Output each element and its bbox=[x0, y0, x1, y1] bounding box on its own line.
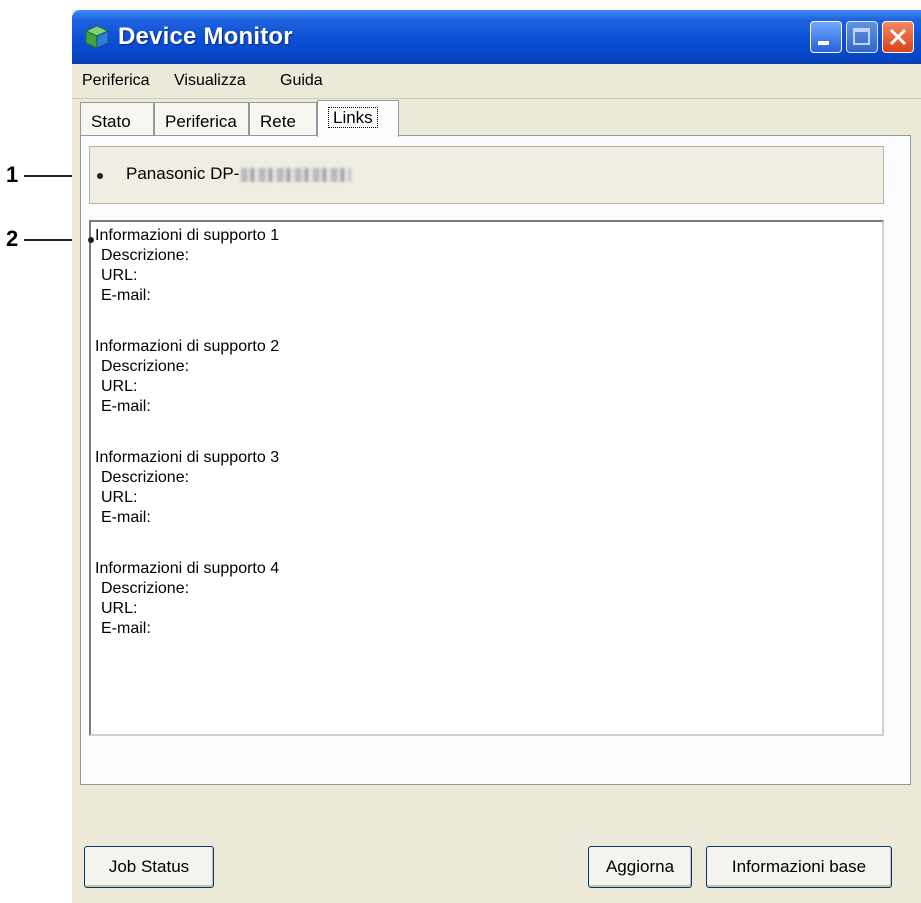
support-title: Informazioni di supporto 4 bbox=[95, 560, 280, 577]
support-description: Descrizione: bbox=[101, 580, 190, 597]
menu-bar: Periferica Visualizza Guida bbox=[72, 64, 921, 99]
callout-2-dot bbox=[88, 237, 94, 243]
support-url: URL: bbox=[101, 378, 138, 395]
menu-guida[interactable]: Guida bbox=[280, 72, 323, 90]
device-name: Panasonic DP- bbox=[126, 164, 352, 184]
refresh-button[interactable]: Aggiorna bbox=[588, 846, 692, 888]
support-email: E-mail: bbox=[101, 620, 151, 637]
tab-rete-label: Rete bbox=[260, 112, 296, 131]
close-button[interactable] bbox=[882, 21, 914, 53]
minimize-icon bbox=[818, 41, 829, 45]
minimize-button[interactable] bbox=[810, 21, 842, 53]
tab-links-label: Links bbox=[328, 107, 378, 128]
tab-stato[interactable]: Stato bbox=[80, 102, 154, 135]
support-email: E-mail: bbox=[101, 398, 151, 415]
callout-2-number: 2 bbox=[6, 226, 19, 251]
title-bar[interactable]: Device Monitor bbox=[72, 10, 921, 64]
support-email: E-mail: bbox=[101, 509, 151, 526]
device-monitor-window: Device Monitor Periferica Visualizza Gui… bbox=[72, 10, 921, 903]
support-info-group-3: Informazioni di supporto 3 Descrizione: … bbox=[95, 448, 279, 528]
support-title: Informazioni di supporto 3 bbox=[95, 449, 280, 466]
support-info-group-2: Informazioni di supporto 2 Descrizione: … bbox=[95, 337, 279, 417]
support-url: URL: bbox=[101, 489, 138, 506]
menu-periferica[interactable]: Periferica bbox=[82, 72, 150, 90]
support-description: Descrizione: bbox=[101, 247, 190, 264]
device-name-box: Panasonic DP- bbox=[89, 146, 884, 204]
device-monitor-app-icon bbox=[84, 25, 110, 49]
support-info-area[interactable]: Informazioni di supporto 1 Descrizione: … bbox=[89, 220, 884, 736]
maximize-button[interactable] bbox=[846, 21, 878, 53]
basic-info-button[interactable]: Informazioni base bbox=[706, 846, 892, 888]
device-name-text: Panasonic DP- bbox=[126, 164, 240, 183]
close-icon bbox=[889, 28, 907, 46]
support-description: Descrizione: bbox=[101, 358, 190, 375]
menu-visualizza[interactable]: Visualizza bbox=[174, 72, 246, 90]
support-url: URL: bbox=[101, 600, 138, 617]
window-title: Device Monitor bbox=[118, 23, 293, 50]
support-title: Informazioni di supporto 1 bbox=[95, 227, 280, 244]
device-model-redacted bbox=[241, 167, 352, 182]
support-info-group-1: Informazioni di supporto 1 Descrizione: … bbox=[95, 226, 279, 306]
tab-rete[interactable]: Rete bbox=[249, 102, 317, 135]
job-status-button[interactable]: Job Status bbox=[84, 846, 214, 888]
tab-periferica[interactable]: Periferica bbox=[154, 102, 249, 135]
links-tab-panel: Panasonic DP- Informazioni di supporto 1… bbox=[80, 135, 911, 785]
tab-stato-label: Stato bbox=[91, 112, 131, 131]
support-description: Descrizione: bbox=[101, 469, 190, 486]
support-email: E-mail: bbox=[101, 287, 151, 304]
callout-1-dot bbox=[97, 173, 103, 179]
support-info-group-4: Informazioni di supporto 4 Descrizione: … bbox=[95, 559, 279, 639]
support-title: Informazioni di supporto 2 bbox=[95, 338, 280, 355]
tab-links[interactable]: Links bbox=[317, 100, 399, 137]
callout-1-number: 1 bbox=[6, 162, 19, 187]
maximize-icon bbox=[853, 28, 870, 45]
support-url: URL: bbox=[101, 267, 138, 284]
tab-periferica-label: Periferica bbox=[165, 112, 237, 131]
